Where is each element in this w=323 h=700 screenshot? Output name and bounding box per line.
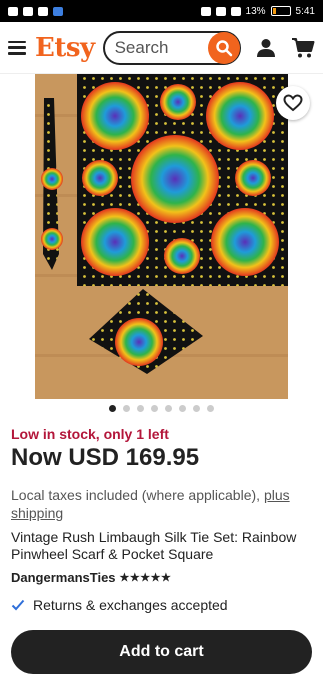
rating-stars: ★★★★★ xyxy=(119,572,172,584)
account-icon[interactable] xyxy=(255,37,277,59)
search-icon xyxy=(215,39,232,56)
nfc-icon xyxy=(215,6,226,16)
gallery-dot[interactable] xyxy=(179,405,186,412)
status-bar: 13% 5:41 xyxy=(0,0,323,22)
cart-icon[interactable] xyxy=(291,37,315,59)
shop-name[interactable]: DangermansTies xyxy=(11,570,116,585)
tax-text: Local taxes included (where applicable), xyxy=(11,487,261,503)
search-placeholder: Search xyxy=(114,37,169,57)
gallery-dot[interactable] xyxy=(193,405,200,412)
heart-outline-icon xyxy=(283,94,303,112)
search-input[interactable]: Search xyxy=(102,30,241,65)
gallery-dot[interactable] xyxy=(123,405,130,412)
shop-info[interactable]: DangermansTies ★★★★★ xyxy=(11,570,171,585)
battery-icon xyxy=(270,6,291,16)
battery-percent: 13% xyxy=(245,5,266,17)
clock: 5:41 xyxy=(295,5,315,17)
etsy-logo[interactable]: Etsy xyxy=(35,33,95,63)
gallery-dot[interactable] xyxy=(207,405,214,412)
price: Now USD 169.95 xyxy=(11,444,200,471)
add-to-cart-button[interactable]: Add to cart xyxy=(11,630,312,674)
favorite-button[interactable] xyxy=(276,86,310,120)
status-icons-left xyxy=(8,6,63,16)
product-image[interactable] xyxy=(35,74,288,399)
product-photo-illustration xyxy=(35,74,288,399)
search-button[interactable] xyxy=(207,31,240,64)
gallery-dot[interactable] xyxy=(165,405,172,412)
status-icons-right: 13% 5:41 xyxy=(200,5,315,17)
app-notification-icon xyxy=(53,6,63,16)
returns-policy: Returns & exchanges accepted xyxy=(11,597,228,613)
signal-icon xyxy=(8,6,18,16)
stock-notice: Low in stock, only 1 left xyxy=(11,426,169,442)
menu-icon[interactable] xyxy=(8,40,26,55)
gallery-dot[interactable] xyxy=(151,405,158,412)
vibrate-icon xyxy=(200,6,211,16)
gallery-dot[interactable] xyxy=(137,405,144,412)
checkmark-icon xyxy=(11,599,25,611)
header-icons xyxy=(255,37,315,59)
tax-note: Local taxes included (where applicable),… xyxy=(11,486,316,522)
wifi-icon xyxy=(23,6,33,16)
app-header: Etsy Search xyxy=(0,22,323,74)
gallery-dot[interactable] xyxy=(109,405,116,412)
notification-icon xyxy=(38,6,48,16)
product-title: Vintage Rush Limbaugh Silk Tie Set: Rain… xyxy=(11,529,297,562)
returns-text: Returns & exchanges accepted xyxy=(33,597,228,613)
gallery-pagination xyxy=(0,405,323,412)
alarm-icon xyxy=(230,6,241,16)
